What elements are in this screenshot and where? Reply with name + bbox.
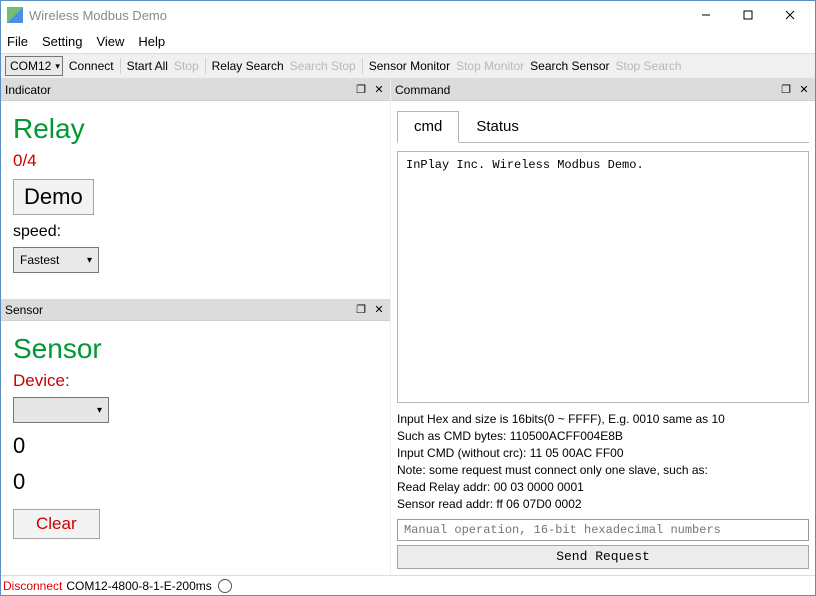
- command-tabs: cmd Status: [397, 111, 809, 143]
- stopsearch-button[interactable]: Stop Search: [616, 59, 682, 73]
- left-column: Indicator ❐ ✕ Relay 0/4 Demo speed: Fast…: [1, 79, 391, 575]
- undock-icon[interactable]: ❐: [779, 83, 793, 96]
- demo-button[interactable]: Demo: [13, 179, 94, 215]
- sensor-panel: Sensor ❐ ✕ Sensor Device: ▾ 0 0 Clear: [1, 299, 390, 575]
- chevron-down-icon: ▾: [55, 61, 60, 72]
- toolbar: COM12 ▾ Connect Start All Stop Relay Sea…: [1, 53, 815, 79]
- device-label: Device:: [13, 371, 378, 391]
- status-connection: COM12-4800-8-1-E-200ms: [66, 579, 211, 593]
- port-value: COM12: [10, 59, 51, 73]
- separator: [120, 58, 121, 74]
- help-line: Input Hex and size is 16bits(0 ~ FFFF), …: [397, 411, 809, 428]
- sensor-value-2: 0: [13, 469, 378, 495]
- indicator-panel: Indicator ❐ ✕ Relay 0/4 Demo speed: Fast…: [1, 79, 390, 299]
- sensor-header: Sensor ❐ ✕: [1, 299, 390, 321]
- indicator-title: Indicator: [5, 83, 354, 97]
- close-icon[interactable]: ✕: [797, 83, 811, 96]
- status-disconnect: Disconnect: [3, 579, 62, 593]
- connect-button[interactable]: Connect: [69, 59, 114, 73]
- command-title: Command: [395, 83, 779, 97]
- workspace: Indicator ❐ ✕ Relay 0/4 Demo speed: Fast…: [1, 79, 815, 575]
- close-icon[interactable]: ✕: [372, 303, 386, 316]
- close-icon[interactable]: ✕: [372, 83, 386, 96]
- status-led-icon: [218, 579, 232, 593]
- clear-button[interactable]: Clear: [13, 509, 100, 539]
- device-select[interactable]: ▾: [13, 397, 109, 423]
- help-line: Such as CMD bytes: 110500ACFF004E8B: [397, 428, 809, 445]
- sensor-value-1: 0: [13, 433, 378, 459]
- right-column: Command ❐ ✕ cmd Status InPlay Inc. Wirel…: [391, 79, 815, 575]
- speed-select[interactable]: Fastest ▾: [13, 247, 99, 273]
- speed-label: speed:: [13, 223, 378, 241]
- maximize-button[interactable]: [727, 3, 769, 27]
- relaysearch-button[interactable]: Relay Search: [212, 59, 284, 73]
- tab-status[interactable]: Status: [459, 111, 536, 142]
- menu-file[interactable]: File: [7, 34, 28, 49]
- menu-help[interactable]: Help: [138, 34, 165, 49]
- menubar: File Setting View Help: [1, 29, 815, 53]
- searchsensor-button[interactable]: Search Sensor: [530, 59, 609, 73]
- chevron-down-icon: ▾: [97, 405, 102, 416]
- statusbar: Disconnect COM12-4800-8-1-E-200ms: [1, 575, 815, 595]
- separator: [205, 58, 206, 74]
- sensormonitor-button[interactable]: Sensor Monitor: [369, 59, 450, 73]
- speed-value: Fastest: [20, 253, 59, 267]
- cmd-input[interactable]: [397, 519, 809, 541]
- minimize-button[interactable]: [685, 3, 727, 27]
- log-output[interactable]: InPlay Inc. Wireless Modbus Demo.: [397, 151, 809, 403]
- startall-button[interactable]: Start All: [127, 59, 168, 73]
- undock-icon[interactable]: ❐: [354, 83, 368, 96]
- relay-count: 0/4: [13, 151, 378, 171]
- separator: [362, 58, 363, 74]
- port-select[interactable]: COM12 ▾: [5, 56, 63, 76]
- searchstop-button[interactable]: Search Stop: [290, 59, 356, 73]
- stop-button[interactable]: Stop: [174, 59, 199, 73]
- help-line: Sensor read addr: ff 06 07D0 0002: [397, 496, 809, 513]
- sensor-header-title: Sensor: [5, 303, 354, 317]
- window-title: Wireless Modbus Demo: [29, 8, 685, 23]
- command-header: Command ❐ ✕: [391, 79, 815, 101]
- help-line: Read Relay addr: 00 03 0000 0001: [397, 479, 809, 496]
- close-button[interactable]: [769, 3, 811, 27]
- menu-setting[interactable]: Setting: [42, 34, 82, 49]
- command-panel: Command ❐ ✕ cmd Status InPlay Inc. Wirel…: [391, 79, 815, 575]
- help-line: Note: some request must connect only one…: [397, 462, 809, 479]
- app-icon: [7, 7, 23, 23]
- relay-heading: Relay: [13, 113, 378, 145]
- chevron-down-icon: ▾: [87, 255, 92, 266]
- send-request-button[interactable]: Send Request: [397, 545, 809, 569]
- undock-icon[interactable]: ❐: [354, 303, 368, 316]
- sensor-heading: Sensor: [13, 333, 378, 365]
- tab-cmd[interactable]: cmd: [397, 111, 459, 143]
- help-line: Input CMD (without crc): 11 05 00AC FF00: [397, 445, 809, 462]
- help-text: Input Hex and size is 16bits(0 ~ FFFF), …: [397, 411, 809, 513]
- indicator-header: Indicator ❐ ✕: [1, 79, 390, 101]
- titlebar: Wireless Modbus Demo: [1, 1, 815, 29]
- menu-view[interactable]: View: [96, 34, 124, 49]
- stopmonitor-button[interactable]: Stop Monitor: [456, 59, 524, 73]
